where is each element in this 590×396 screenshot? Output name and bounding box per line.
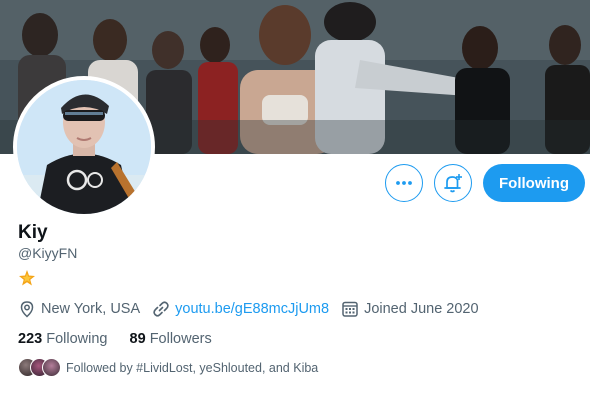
avatar [42, 358, 61, 377]
following-count: 223 [18, 331, 43, 347]
profile-name: Kiy [18, 222, 48, 243]
link-icon [153, 301, 169, 317]
website-link[interactable]: youtu.be/gE88mcJjUm8 [175, 301, 329, 317]
location-pin-icon [20, 301, 34, 318]
notifications-button[interactable] [434, 164, 473, 202]
followers-label: Followers [149, 331, 212, 347]
profile-handle: @KiyyFN [18, 245, 78, 261]
following-count-link[interactable]: 223 Following [18, 331, 107, 347]
following-label: Following [46, 331, 108, 347]
followed-by-avatars [18, 358, 61, 377]
profile-avatar[interactable] [13, 76, 155, 218]
join-date: Joined June 2020 [341, 300, 479, 318]
followed-by[interactable]: Followed by #LividLost, yeShlouted, and … [18, 358, 318, 377]
website: youtu.be/gE88mcJjUm8 [152, 300, 329, 318]
followed-by-text: Followed by #LividLost, yeShlouted, and … [66, 360, 319, 375]
avatar-image [17, 80, 151, 214]
followers-count: 89 [129, 331, 146, 347]
follow-counts: 223 Following 89 Followers [18, 331, 230, 347]
more-icon [396, 181, 412, 185]
following-button[interactable]: Following [483, 164, 585, 202]
more-button[interactable] [385, 164, 424, 202]
star-icon [19, 270, 35, 286]
location-text: New York, USA [41, 301, 141, 317]
bell-plus-icon [444, 174, 463, 193]
followers-count-link[interactable]: 89 Followers [130, 331, 212, 347]
calendar-icon [342, 301, 358, 317]
join-date-text: Joined June 2020 [364, 301, 479, 317]
location: New York, USA [18, 300, 140, 318]
profile-actions: Following [385, 164, 585, 202]
profile-meta: New York, USA youtu.be/gE88mcJjUm8 Joine… [18, 300, 491, 318]
